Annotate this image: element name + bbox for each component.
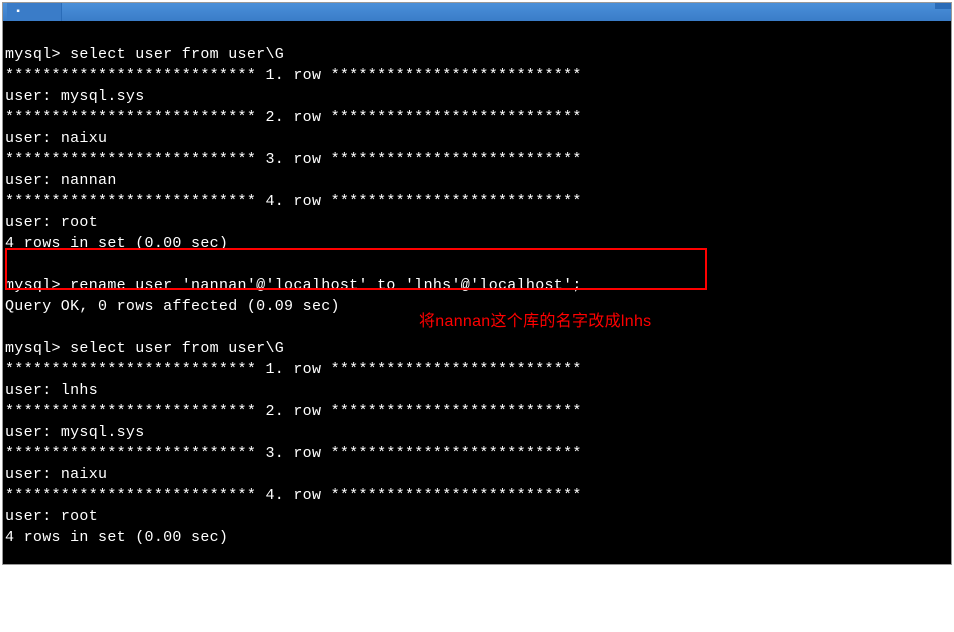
summary-line: Query OK, 0 rows affected (0.09 sec)	[5, 298, 340, 315]
row-separator: *************************** 4. row *****…	[5, 487, 582, 504]
prompt-line: mysql> select user from user\G	[5, 46, 284, 63]
window-frame: ▪ mysql> select user from user\G *******…	[2, 2, 952, 565]
title-bar: ▪	[3, 3, 951, 21]
mysql-prompt: mysql>	[5, 277, 70, 294]
sql-command: rename user 'nannan'@'localhost' to 'lnh…	[70, 277, 582, 294]
result-row: user: naixu	[5, 130, 107, 147]
blank-line	[5, 319, 14, 336]
prompt-line: mysql> rename user 'nannan'@'localhost' …	[5, 277, 582, 294]
result-row: user: nannan	[5, 172, 117, 189]
prompt-line: mysql> select user from user\G	[5, 340, 284, 357]
result-row: user: root	[5, 214, 98, 231]
result-row: user: naixu	[5, 466, 107, 483]
row-separator: *************************** 3. row *****…	[5, 445, 582, 462]
tab-indicator: ▪	[15, 7, 21, 18]
sql-command: select user from user\G	[70, 46, 284, 63]
result-row: user: root	[5, 508, 98, 525]
result-row: user: lnhs	[5, 382, 98, 399]
titlebar-right-edge	[935, 3, 951, 9]
annotation-text: 将nannan这个库的名字改成lnhs	[419, 311, 651, 332]
row-separator: *************************** 4. row *****…	[5, 193, 582, 210]
row-separator: *************************** 3. row *****…	[5, 151, 582, 168]
title-tab[interactable]: ▪	[7, 3, 62, 21]
row-separator: *************************** 1. row *****…	[5, 361, 582, 378]
mysql-prompt: mysql>	[5, 46, 70, 63]
row-separator: *************************** 1. row *****…	[5, 67, 582, 84]
summary-line: 4 rows in set (0.00 sec)	[5, 235, 228, 252]
result-row: user: mysql.sys	[5, 424, 145, 441]
summary-line: 4 rows in set (0.00 sec)	[5, 529, 228, 546]
row-separator: *************************** 2. row *****…	[5, 403, 582, 420]
row-separator: *************************** 2. row *****…	[5, 109, 582, 126]
sql-command: select user from user\G	[70, 340, 284, 357]
blank-line	[5, 256, 14, 273]
result-row: user: mysql.sys	[5, 88, 145, 105]
terminal-output[interactable]: mysql> select user from user\G *********…	[3, 21, 951, 564]
mysql-prompt: mysql>	[5, 340, 70, 357]
